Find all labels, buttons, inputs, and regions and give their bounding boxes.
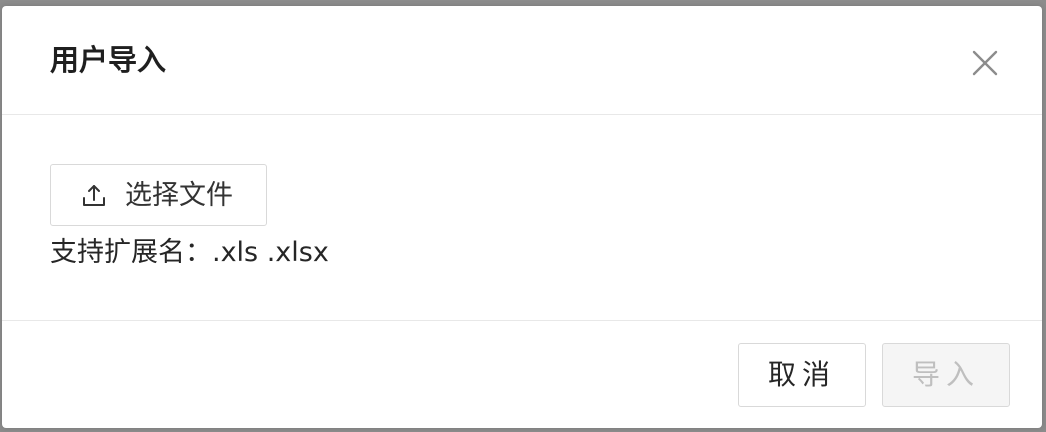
dialog-footer: 取消 导入 — [2, 320, 1042, 428]
select-file-label: 选择文件 — [125, 180, 233, 211]
upload-icon — [83, 185, 105, 206]
close-icon — [972, 50, 998, 76]
user-import-dialog: 用户导入 选择文件 支持扩展名：.xls .xlsx 取消 导入 — [2, 6, 1042, 428]
dialog-header: 用户导入 — [2, 6, 1042, 115]
supported-extensions-hint: 支持扩展名：.xls .xlsx — [50, 237, 329, 268]
select-file-button[interactable]: 选择文件 — [50, 164, 267, 226]
close-button[interactable] — [964, 44, 1004, 84]
dialog-body: 选择文件 支持扩展名：.xls .xlsx — [2, 115, 1042, 320]
cancel-button[interactable]: 取消 — [738, 343, 866, 407]
import-button[interactable]: 导入 — [882, 343, 1010, 407]
dialog-title: 用户导入 — [50, 43, 167, 77]
